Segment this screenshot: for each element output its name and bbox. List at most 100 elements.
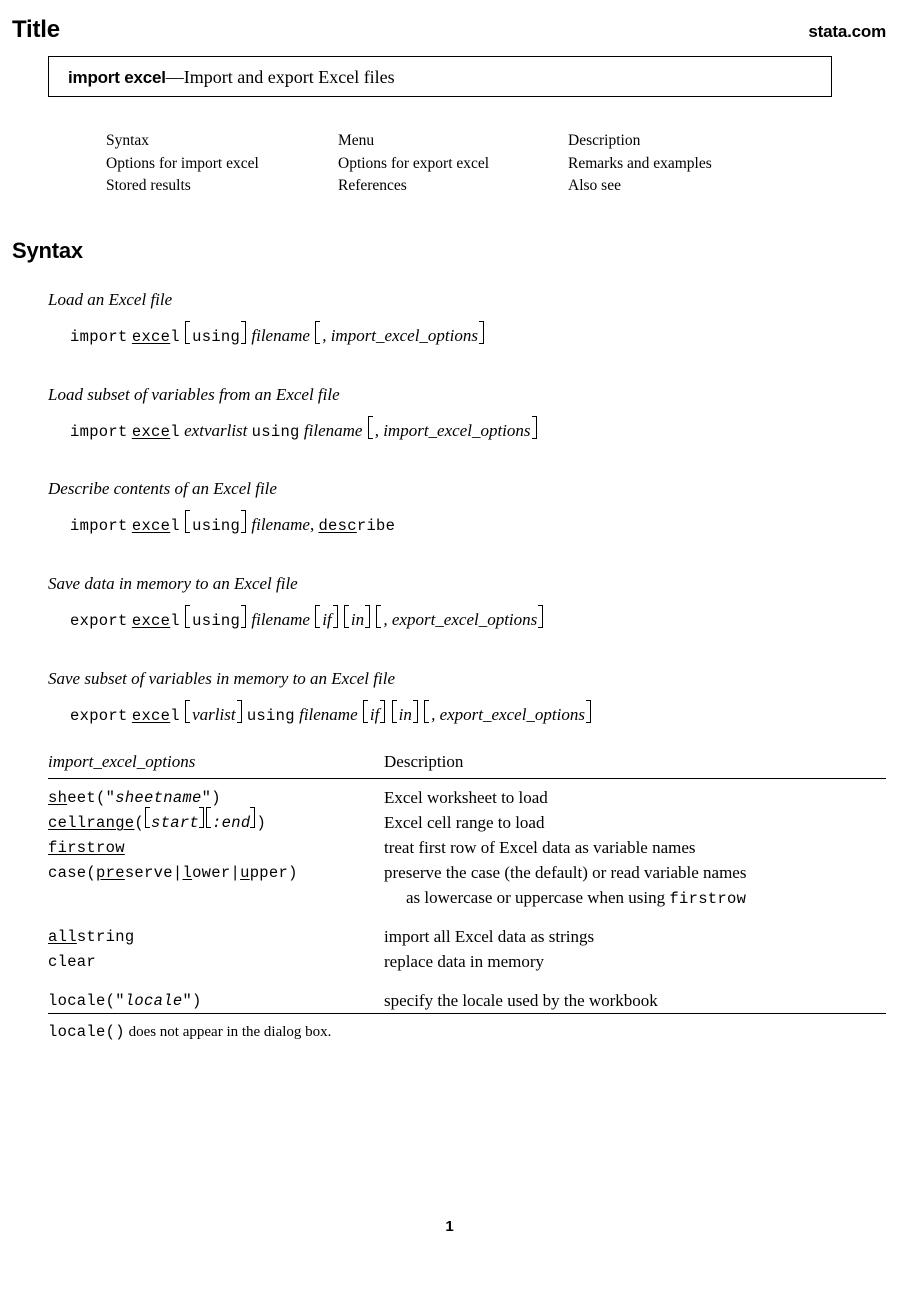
link-references[interactable]: References (338, 175, 568, 198)
table-footnote: locale() does not appear in the dialog b… (48, 1022, 331, 1042)
token-desc-abbrev: desc (318, 517, 357, 535)
option-sheet-abbrev: sh (48, 789, 68, 807)
bracket-options: , export_excel_options (424, 700, 591, 726)
option-cellrange-end: :end (212, 814, 251, 832)
em-dash: — (165, 67, 184, 87)
section-links-row: Options for import excel Options for expo… (106, 153, 826, 176)
bracket-using: using (185, 605, 247, 632)
token-l: l (170, 517, 180, 535)
option-firstrow: firstrow (48, 835, 384, 861)
table-row: sheet("sheetname") Excel worksheet to loa… (48, 785, 886, 810)
import-excel-options-table: import_excel_options Description sheet("s… (48, 752, 886, 1014)
syntax-label: Save data in memory to an Excel file (48, 574, 298, 593)
option-clear-name: clear (48, 953, 97, 971)
token-in: in (398, 705, 412, 724)
syntax-command: import excel using filename , import_exc… (70, 321, 485, 348)
syntax-label: Save subset of variables in memory to an… (48, 669, 395, 688)
column-header-options: import_excel_options (48, 752, 196, 771)
token-import: import (70, 517, 128, 535)
token-ribe: ribe (356, 517, 396, 535)
option-case-preserve-abbrev: pre (96, 864, 125, 882)
syntax-label: Describe contents of an Excel file (48, 479, 277, 498)
option-cellrange-abbrev: cellrange (48, 814, 135, 832)
token-import-excel-options: , import_excel_options (322, 326, 478, 345)
bracket-in: in (343, 605, 371, 631)
table-row: case(preserve|lower|upper) preserve the c… (48, 860, 886, 910)
syntax-command: import excel extvarlist using filename ,… (70, 416, 538, 443)
table-row: cellrange(start:end) Excel cell range to … (48, 807, 886, 836)
command-name: import excel (68, 68, 166, 87)
syntax-command: import excel using filename, describe (70, 510, 396, 537)
option-allstring-abbrev: all (48, 928, 77, 946)
option-cellrange-start: start (151, 814, 200, 832)
column-header-description: Description (384, 752, 464, 771)
option-case-description-line1: preserve the case (the default) or read … (384, 863, 747, 882)
section-heading-syntax: Syntax (12, 238, 83, 263)
token-export: export (70, 707, 128, 725)
command-title-text: import excel—Import and export Excel fil… (68, 66, 395, 89)
option-case-upper-rest: pper (249, 864, 289, 882)
bracket-using: using (185, 510, 247, 537)
token-l: l (170, 328, 180, 346)
option-case-description-line2-text: as lowercase or uppercase when using (406, 888, 666, 907)
link-menu[interactable]: Menu (338, 130, 568, 153)
footnote-text: does not appear in the dialog box. (124, 1024, 332, 1040)
token-using: using (246, 707, 295, 725)
token-using: using (192, 328, 241, 346)
table-row: allstring import all Excel data as string… (48, 924, 886, 949)
link-options-import-excel[interactable]: Options for import excel (106, 153, 338, 176)
stata-com-link[interactable]: stata.com (808, 22, 886, 42)
option-case-lower-rest: ower (192, 864, 231, 882)
token-import: import (70, 423, 128, 441)
option-allstring: allstring (48, 924, 384, 950)
token-l: l (170, 707, 180, 725)
bracket-options: , export_excel_options (376, 605, 544, 631)
option-clear-description: replace data in memory (384, 952, 545, 971)
bracket-if: if (362, 700, 386, 726)
token-import: import (70, 328, 128, 346)
section-links: Syntax Menu Description Options for import… (106, 130, 826, 198)
token-exce-abbrev: exce (131, 328, 171, 346)
table-row-gap (48, 974, 886, 988)
option-locale-lead: locale( (48, 992, 116, 1010)
bracket-end: :end (206, 807, 256, 836)
token-import-excel-options: , import_excel_options (374, 421, 531, 440)
option-case-description: preserve the case (the default) or read … (384, 860, 746, 912)
option-sheet-rest: eet (67, 789, 97, 807)
page-number: 1 (445, 1218, 454, 1235)
token-if: if (369, 705, 380, 724)
token-comma: , (309, 515, 315, 534)
bracket-start: start (145, 807, 205, 836)
token-l: l (170, 423, 180, 441)
token-filename: filename (299, 705, 358, 724)
options-table-header: import_excel_options Description (48, 752, 886, 778)
section-links-row: Stored results References Also see (106, 175, 826, 198)
option-case-close: ) (288, 864, 298, 882)
option-clear: clear (48, 949, 384, 975)
table-row-gap (48, 910, 886, 924)
token-using: using (251, 423, 300, 441)
token-exce-abbrev: exce (131, 707, 171, 725)
footnote-code: locale() (48, 1023, 125, 1041)
option-firstrow-abbrev: firstrow (48, 839, 125, 857)
option-sheet-arg: sheetname (115, 789, 202, 807)
link-stored-results[interactable]: Stored results (106, 175, 338, 198)
option-case-description-line2: as lowercase or uppercase when using fir… (384, 885, 746, 912)
syntax-label: Load an Excel file (48, 290, 173, 309)
option-locale-arg: locale (124, 992, 183, 1010)
token-l: l (170, 612, 180, 630)
link-syntax[interactable]: Syntax (106, 130, 338, 153)
link-options-export-excel[interactable]: Options for export excel (338, 153, 568, 176)
option-case: case(preserve|lower|upper) (48, 864, 298, 882)
option-sheet-description: Excel worksheet to load (384, 788, 548, 807)
token-extvarlist: extvarlist (184, 421, 248, 440)
syntax-command: export excel using filename if in , expo… (70, 605, 544, 632)
option-cellrange: cellrange(start:end) (48, 807, 384, 836)
bracket-options: , import_excel_options (367, 416, 537, 442)
link-remarks-and-examples[interactable]: Remarks and examples (568, 153, 818, 176)
table-row: clear replace data in memory (48, 949, 886, 974)
link-description[interactable]: Description (568, 130, 818, 153)
options-table-body: sheet("sheetname") Excel worksheet to loa… (48, 779, 886, 1013)
token-varlist: varlist (192, 705, 236, 724)
link-also-see[interactable]: Also see (568, 175, 818, 198)
